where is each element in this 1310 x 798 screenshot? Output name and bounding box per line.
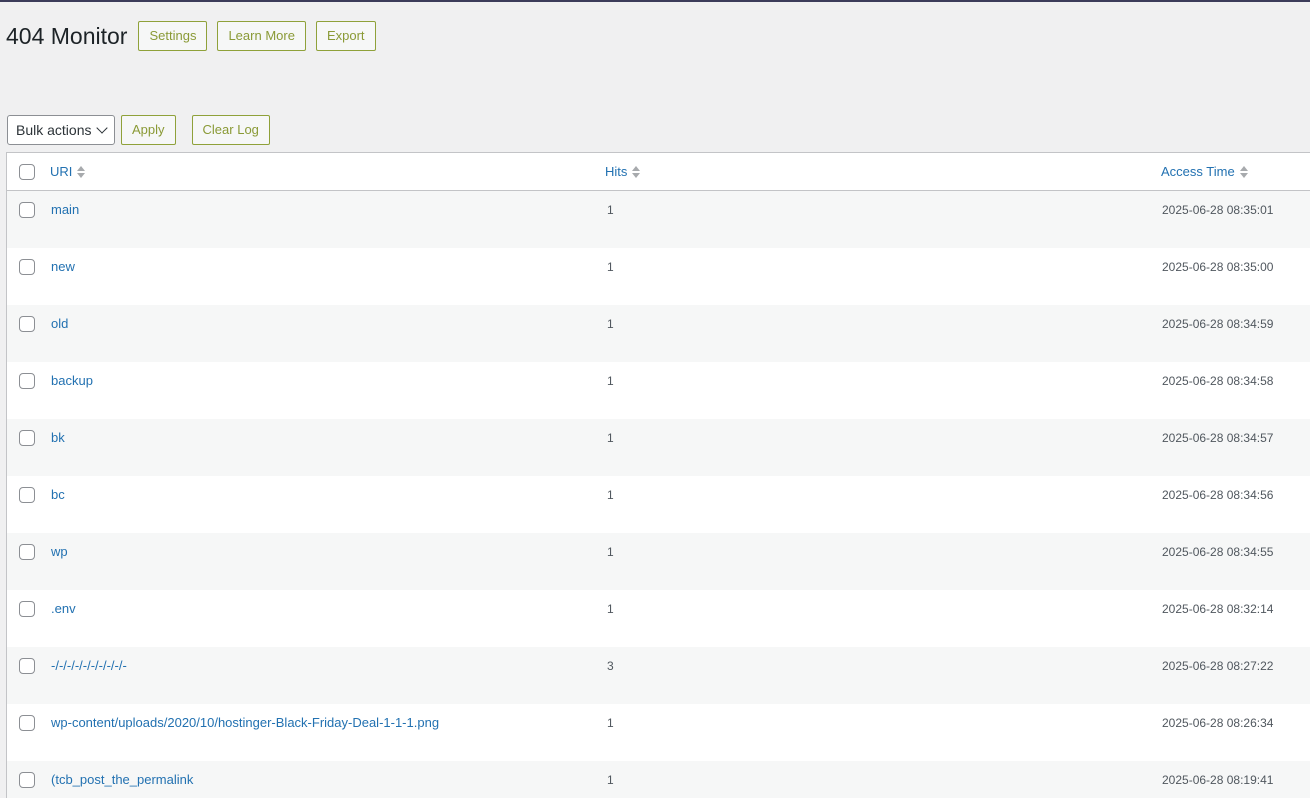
column-label-access-time: Access Time — [1161, 164, 1235, 179]
row-checkbox[interactable] — [19, 202, 35, 218]
table-toolbar: Bulk actions Apply Clear Log — [7, 115, 280, 145]
learn-more-button[interactable]: Learn More — [217, 21, 306, 51]
hits-value: 1 — [607, 716, 614, 730]
row-checkbox[interactable] — [19, 601, 35, 617]
hits-value: 1 — [607, 203, 614, 217]
row-checkbox[interactable] — [19, 544, 35, 560]
column-header-uri[interactable]: URI — [50, 164, 86, 179]
uri-link[interactable]: -/-/-/-/-/-/-/-/-/- — [51, 658, 127, 673]
access-time-value: 2025-06-28 08:19:41 — [1162, 773, 1274, 787]
uri-link[interactable]: bc — [51, 487, 65, 502]
table-row: wp 1 2025-06-28 08:34:55 — [7, 533, 1310, 590]
uri-link[interactable]: wp — [51, 544, 68, 559]
hits-value: 1 — [607, 773, 614, 787]
uri-link[interactable]: bk — [51, 430, 65, 445]
hits-value: 1 — [607, 260, 614, 274]
sort-icon — [632, 165, 641, 178]
table-header: URI Hits Access Time — [7, 153, 1310, 191]
access-time-value: 2025-06-28 08:26:34 — [1162, 716, 1274, 730]
table-row: main 1 2025-06-28 08:35:01 — [7, 191, 1310, 248]
row-checkbox[interactable] — [19, 487, 35, 503]
row-checkbox[interactable] — [19, 658, 35, 674]
access-time-value: 2025-06-28 08:34:58 — [1162, 374, 1274, 388]
uri-link[interactable]: wp-content/uploads/2020/10/hostinger-Bla… — [51, 715, 439, 730]
sort-icon — [1239, 165, 1248, 178]
sort-icon — [77, 165, 86, 178]
export-button[interactable]: Export — [315, 21, 376, 51]
uri-link[interactable]: new — [51, 259, 75, 274]
access-time-value: 2025-06-28 08:34:55 — [1162, 545, 1274, 559]
row-checkbox[interactable] — [19, 259, 35, 275]
table-row: bk 1 2025-06-28 08:34:57 — [7, 419, 1310, 476]
hits-value: 3 — [607, 659, 614, 673]
row-checkbox[interactable] — [19, 373, 35, 389]
bulk-actions-select[interactable]: Bulk actions — [7, 115, 115, 145]
apply-button[interactable]: Apply — [121, 115, 176, 145]
access-time-value: 2025-06-28 08:32:14 — [1162, 602, 1274, 616]
chevron-down-icon — [96, 122, 108, 134]
access-time-value: 2025-06-28 08:35:00 — [1162, 260, 1274, 274]
hits-value: 1 — [607, 431, 614, 445]
hits-value: 1 — [607, 488, 614, 502]
uri-link[interactable]: main — [51, 202, 79, 217]
row-checkbox[interactable] — [19, 430, 35, 446]
settings-button[interactable]: Settings — [138, 21, 208, 51]
access-time-value: 2025-06-28 08:34:59 — [1162, 317, 1274, 331]
clear-log-button[interactable]: Clear Log — [191, 115, 270, 145]
access-time-value: 2025-06-28 08:34:56 — [1162, 488, 1274, 502]
column-header-access-time[interactable]: Access Time — [1161, 164, 1248, 179]
log-table: URI Hits Access Time main 1 2025-06-28 0… — [6, 152, 1310, 798]
page-header: 404 Monitor Settings Learn More Export — [6, 20, 386, 52]
table-row: backup 1 2025-06-28 08:34:58 — [7, 362, 1310, 419]
access-time-value: 2025-06-28 08:34:57 — [1162, 431, 1274, 445]
column-header-hits[interactable]: Hits — [605, 164, 641, 179]
hits-value: 1 — [607, 602, 614, 616]
hits-value: 1 — [607, 374, 614, 388]
page-title: 404 Monitor — [6, 23, 128, 49]
uri-link[interactable]: old — [51, 316, 68, 331]
uri-link[interactable]: .env — [51, 601, 76, 616]
access-time-value: 2025-06-28 08:27:22 — [1162, 659, 1274, 673]
table-row: new 1 2025-06-28 08:35:00 — [7, 248, 1310, 305]
uri-link[interactable]: backup — [51, 373, 93, 388]
table-row: old 1 2025-06-28 08:34:59 — [7, 305, 1310, 362]
table-row: bc 1 2025-06-28 08:34:56 — [7, 476, 1310, 533]
access-time-value: 2025-06-28 08:35:01 — [1162, 203, 1274, 217]
hits-value: 1 — [607, 317, 614, 331]
row-checkbox[interactable] — [19, 316, 35, 332]
table-body: main 1 2025-06-28 08:35:01 new 1 2025-06… — [7, 191, 1310, 798]
row-checkbox[interactable] — [19, 772, 35, 788]
table-row: wp-content/uploads/2020/10/hostinger-Bla… — [7, 704, 1310, 761]
table-row: .env 1 2025-06-28 08:32:14 — [7, 590, 1310, 647]
bulk-actions-label: Bulk actions — [16, 122, 92, 138]
column-label-uri: URI — [50, 164, 73, 179]
table-row: -/-/-/-/-/-/-/-/-/- 3 2025-06-28 08:27:2… — [7, 647, 1310, 704]
select-all-checkbox[interactable] — [19, 164, 35, 180]
top-bar — [0, 0, 1310, 2]
hits-value: 1 — [607, 545, 614, 559]
row-checkbox[interactable] — [19, 715, 35, 731]
column-label-hits: Hits — [605, 164, 628, 179]
uri-link[interactable]: (tcb_post_the_permalink — [51, 772, 193, 787]
table-row: (tcb_post_the_permalink 1 2025-06-28 08:… — [7, 761, 1310, 798]
